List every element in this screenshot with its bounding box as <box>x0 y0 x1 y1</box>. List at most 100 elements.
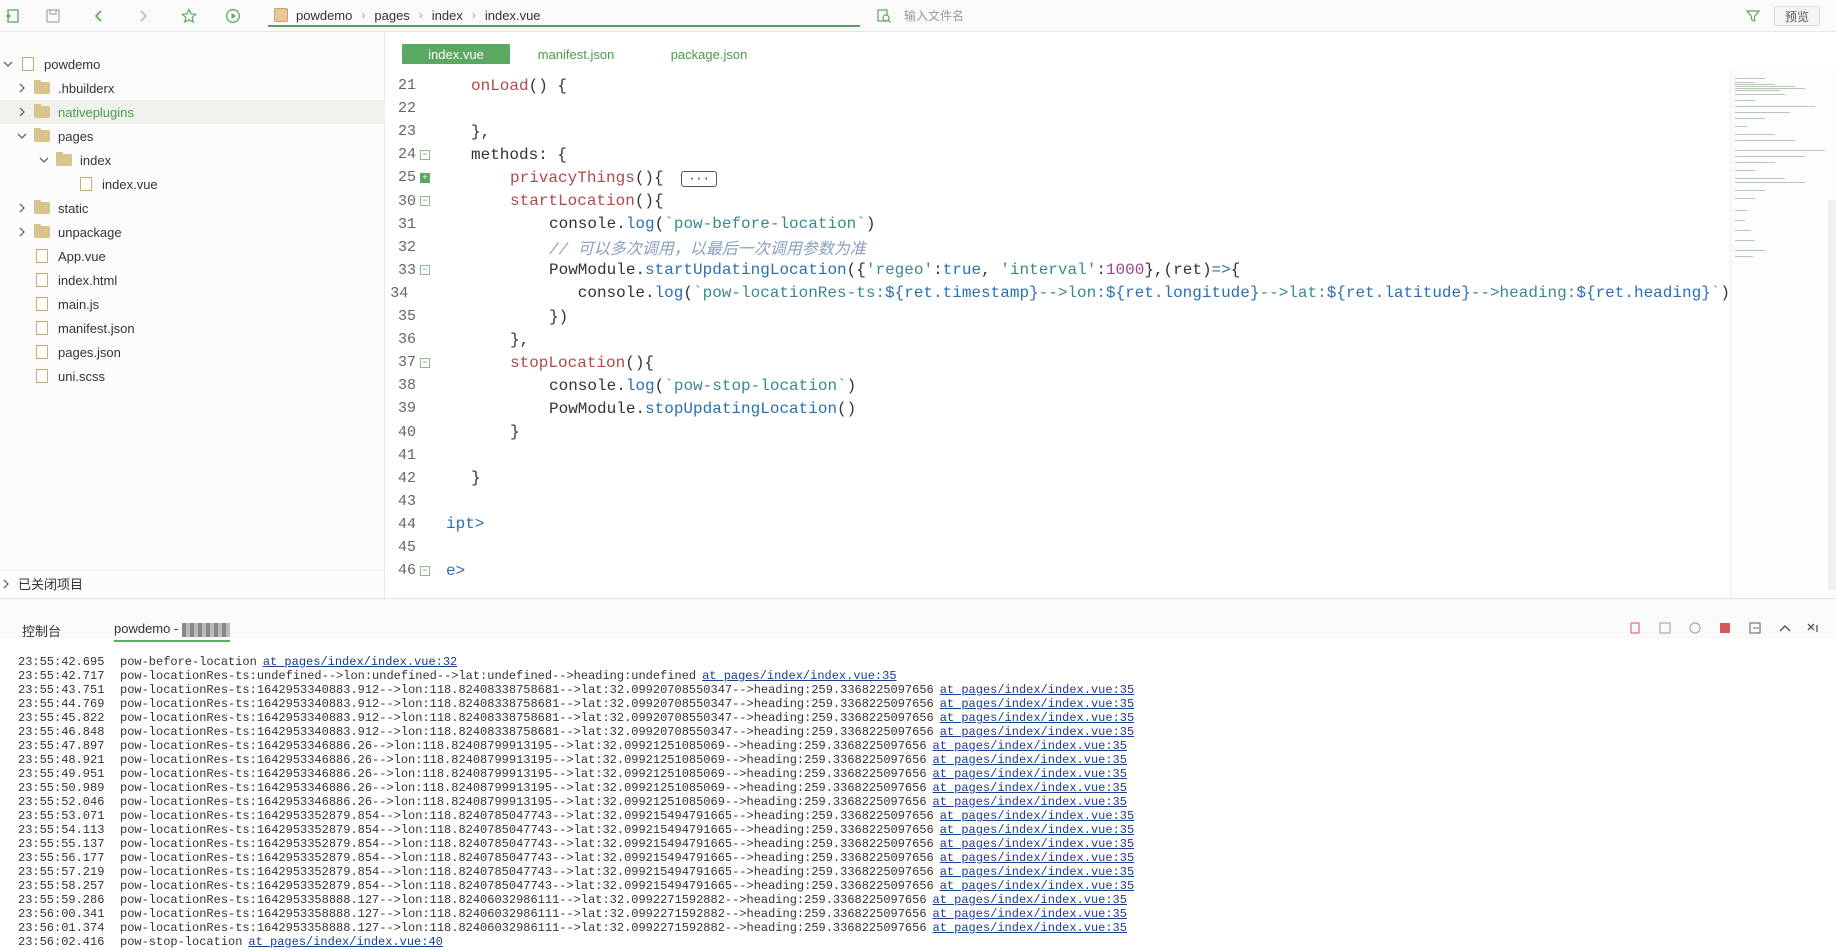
breadcrumb-item[interactable]: powdemo <box>296 8 352 23</box>
log-source-link[interactable]: at pages/index/index.vue:35 <box>940 725 1134 739</box>
tab-project-console[interactable]: powdemo - <box>114 621 231 642</box>
code-line[interactable]: 35}) <box>386 305 1730 328</box>
fold-collapse-icon[interactable]: − <box>420 149 430 160</box>
breadcrumb-item[interactable]: pages <box>374 8 409 23</box>
chevron-down-icon[interactable] <box>38 154 50 166</box>
code-line[interactable]: 31 console.log(`pow-before-location`) <box>386 213 1730 236</box>
code-line[interactable]: 22 <box>386 97 1730 120</box>
chevron-up-icon[interactable] <box>1778 621 1792 635</box>
sidebar-item[interactable]: main.js <box>0 292 385 316</box>
tab-index-vue[interactable]: index.vue <box>402 44 510 64</box>
preview-button[interactable]: 预览 <box>1774 6 1820 26</box>
sidebar-item[interactable]: nativeplugins <box>0 100 385 124</box>
code-line[interactable]: 42} <box>386 467 1730 490</box>
filter-icon[interactable] <box>1746 9 1760 23</box>
log-source-link[interactable]: at pages/index/index.vue:35 <box>933 781 1127 795</box>
log-source-link[interactable]: at pages/index/index.vue:35 <box>940 823 1134 837</box>
fold-expand-icon[interactable]: + <box>420 172 430 183</box>
breadcrumb-item[interactable]: index <box>432 8 463 23</box>
log-source-link[interactable]: at pages/index/index.vue:35 <box>933 753 1127 767</box>
chevron-down-icon[interactable] <box>16 130 28 142</box>
editor-scrollbar[interactable] <box>1828 200 1836 590</box>
code-line[interactable]: 21 onLoad() { <box>386 74 1730 97</box>
sidebar-item[interactable]: manifest.json <box>0 316 385 340</box>
code-line[interactable]: 32 // 可以多次调用，以最后一次调用参数为准 <box>386 236 1730 260</box>
code-line[interactable]: 43 <box>386 490 1730 513</box>
code-line[interactable]: 25 + privacyThings(){ ··· <box>386 166 1730 189</box>
code-line[interactable]: 24− methods: { <box>386 143 1730 166</box>
chevron-right-icon[interactable] <box>16 202 28 214</box>
sidebar-item[interactable]: pages.json <box>0 340 385 364</box>
fold-collapse-icon[interactable]: − <box>420 357 430 368</box>
star-icon[interactable] <box>180 7 198 25</box>
log-source-link[interactable]: at pages/index/index.vue:35 <box>933 921 1127 935</box>
export-log-icon[interactable] <box>1748 621 1762 635</box>
restart-icon[interactable] <box>1688 621 1702 635</box>
code-line[interactable]: 36}, <box>386 328 1730 351</box>
clear-console-icon[interactable] <box>1658 621 1672 635</box>
log-source-link[interactable]: at pages/index/index.vue:32 <box>263 655 457 669</box>
log-source-link[interactable]: at pages/index/index.vue:35 <box>940 879 1134 893</box>
fold-collapse-icon[interactable]: − <box>420 565 430 576</box>
sidebar-item-label: manifest.json <box>58 320 135 336</box>
new-file-icon[interactable] <box>4 7 22 25</box>
code-line[interactable]: 33− PowModule.startUpdatingLocation({'reg… <box>386 259 1730 282</box>
code-line[interactable]: 46− e> <box>386 559 1730 582</box>
closed-projects-item[interactable]: 已关闭项目 <box>0 570 385 596</box>
chevron-right-icon[interactable] <box>16 82 28 94</box>
log-source-link[interactable]: at pages/index/index.vue:40 <box>248 935 442 949</box>
file-search-input[interactable] <box>904 9 1204 23</box>
code-line[interactable]: 44 ipt> <box>386 513 1730 536</box>
save-icon[interactable] <box>44 7 62 25</box>
minimap[interactable] <box>1730 70 1836 598</box>
code-line[interactable]: 41 <box>386 444 1730 467</box>
sidebar-item[interactable]: index.html <box>0 268 385 292</box>
log-source-link[interactable]: at pages/index/index.vue:35 <box>940 837 1134 851</box>
code-line[interactable]: 45 <box>386 536 1730 559</box>
fold-collapse-icon[interactable]: − <box>420 265 430 276</box>
close-panel-icon[interactable] <box>1806 621 1820 635</box>
log-source-link[interactable]: at pages/index/index.vue:35 <box>933 893 1127 907</box>
stop-app-icon[interactable] <box>1628 621 1642 635</box>
code-line[interactable]: 23}, <box>386 120 1730 143</box>
code-line[interactable]: 39 PowModule.stopUpdatingLocation() <box>386 397 1730 420</box>
run-icon[interactable] <box>224 7 242 25</box>
log-source-link[interactable]: at pages/index/index.vue:35 <box>933 795 1127 809</box>
log-source-link[interactable]: at pages/index/index.vue:35 <box>940 851 1134 865</box>
log-source-link[interactable]: at pages/index/index.vue:35 <box>933 767 1127 781</box>
tab-package-json[interactable]: package.json <box>662 44 756 64</box>
sidebar-item[interactable]: index <box>0 148 385 172</box>
log-source-link[interactable]: at pages/index/index.vue:35 <box>940 683 1134 697</box>
fold-collapse-icon[interactable]: − <box>420 196 430 206</box>
log-source-link[interactable]: at pages/index/index.vue:35 <box>940 809 1134 823</box>
log-source-link[interactable]: at pages/index/index.vue:35 <box>933 739 1127 753</box>
code-area[interactable]: 21 onLoad() {22 23}, 24− methods: {25 + privac… <box>386 74 1730 598</box>
sidebar-item[interactable]: pages <box>0 124 385 148</box>
code-line[interactable]: 40} <box>386 421 1730 444</box>
log-source-link[interactable]: at pages/index/index.vue:35 <box>940 865 1134 879</box>
sidebar-item[interactable]: powdemo <box>0 52 385 76</box>
forward-icon[interactable] <box>134 7 152 25</box>
sidebar-item[interactable]: index.vue <box>0 172 385 196</box>
log-source-link[interactable]: at pages/index/index.vue:35 <box>940 711 1134 725</box>
back-icon[interactable] <box>90 7 108 25</box>
log-source-link[interactable]: at pages/index/index.vue:35 <box>940 697 1134 711</box>
chevron-right-icon[interactable] <box>16 106 28 118</box>
code-line[interactable]: 37− stopLocation(){ <box>386 351 1730 374</box>
stop-icon[interactable] <box>1718 621 1732 635</box>
log-source-link[interactable]: at pages/index/index.vue:35 <box>933 907 1127 921</box>
sidebar-item[interactable]: .hbuilderx <box>0 76 385 100</box>
log-source-link[interactable]: at pages/index/index.vue:35 <box>702 669 896 683</box>
tab-manifest-json[interactable]: manifest.json <box>526 44 626 64</box>
sidebar-item[interactable]: App.vue <box>0 244 385 268</box>
sidebar-item[interactable]: static <box>0 196 385 220</box>
breadcrumb-item[interactable]: index.vue <box>485 8 541 23</box>
tab-console[interactable]: 控制台 <box>22 621 61 640</box>
chevron-right-icon[interactable] <box>16 226 28 238</box>
chevron-down-icon[interactable] <box>2 58 14 70</box>
sidebar-item[interactable]: unpackage <box>0 220 385 244</box>
code-line[interactable]: 34 console.log(`pow-locationRes-ts:${ret.… <box>386 282 1730 305</box>
sidebar-item[interactable]: uni.scss <box>0 364 385 388</box>
code-line[interactable]: 30− startLocation(){ <box>386 190 1730 213</box>
code-line[interactable]: 38 console.log(`pow-stop-location`) <box>386 374 1730 397</box>
